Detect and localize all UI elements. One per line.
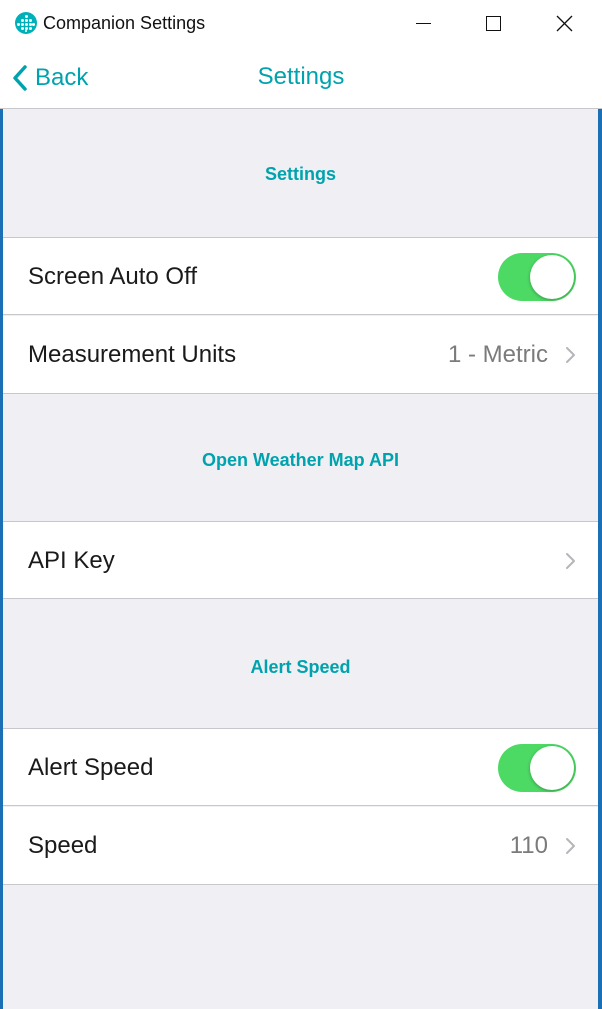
maximize-icon [485,15,501,31]
row-label: Speed [28,832,98,859]
close-icon [556,15,572,31]
speed-value: 110 [509,832,548,859]
row-label: Alert Speed [28,754,154,781]
row-alert-speed: Alert Speed [3,728,598,806]
chevron-right-icon [566,838,575,854]
measurement-units-value: 1 - Metric [447,341,548,368]
screen-auto-off-toggle[interactable] [498,253,576,301]
toggle-knob [530,255,574,299]
row-speed[interactable]: Speed 110 [3,807,598,885]
window-title: Companion Settings [43,13,206,33]
window-titlebar[interactable]: Companion Settings [0,0,602,46]
section-header-open-weather-map-api: Open Weather Map API [201,449,400,470]
chevron-right-icon [566,347,575,363]
row-api-key[interactable]: API Key [3,521,598,599]
page-title: Settings [257,63,345,90]
window-border-right [598,0,602,1009]
toggle-knob [530,746,574,790]
row-screen-auto-off: Screen Auto Off [3,237,598,315]
chevron-right-icon [566,553,575,569]
alert-speed-toggle[interactable] [498,744,576,792]
navigation-bar: Back Settings [0,46,602,109]
row-measurement-units[interactable]: Measurement Units 1 - Metric [3,316,598,394]
close-button[interactable] [541,0,587,46]
fitbit-app-icon [15,12,37,34]
row-label: API Key [28,547,115,574]
row-label: Measurement Units [28,341,237,368]
section-header-alert-speed: Alert Speed [250,656,351,677]
minimize-button[interactable] [400,0,446,46]
section-header-settings: Settings [264,163,336,184]
minimize-icon [415,22,431,24]
row-label: Screen Auto Off [28,263,197,290]
maximize-button[interactable] [470,0,516,46]
